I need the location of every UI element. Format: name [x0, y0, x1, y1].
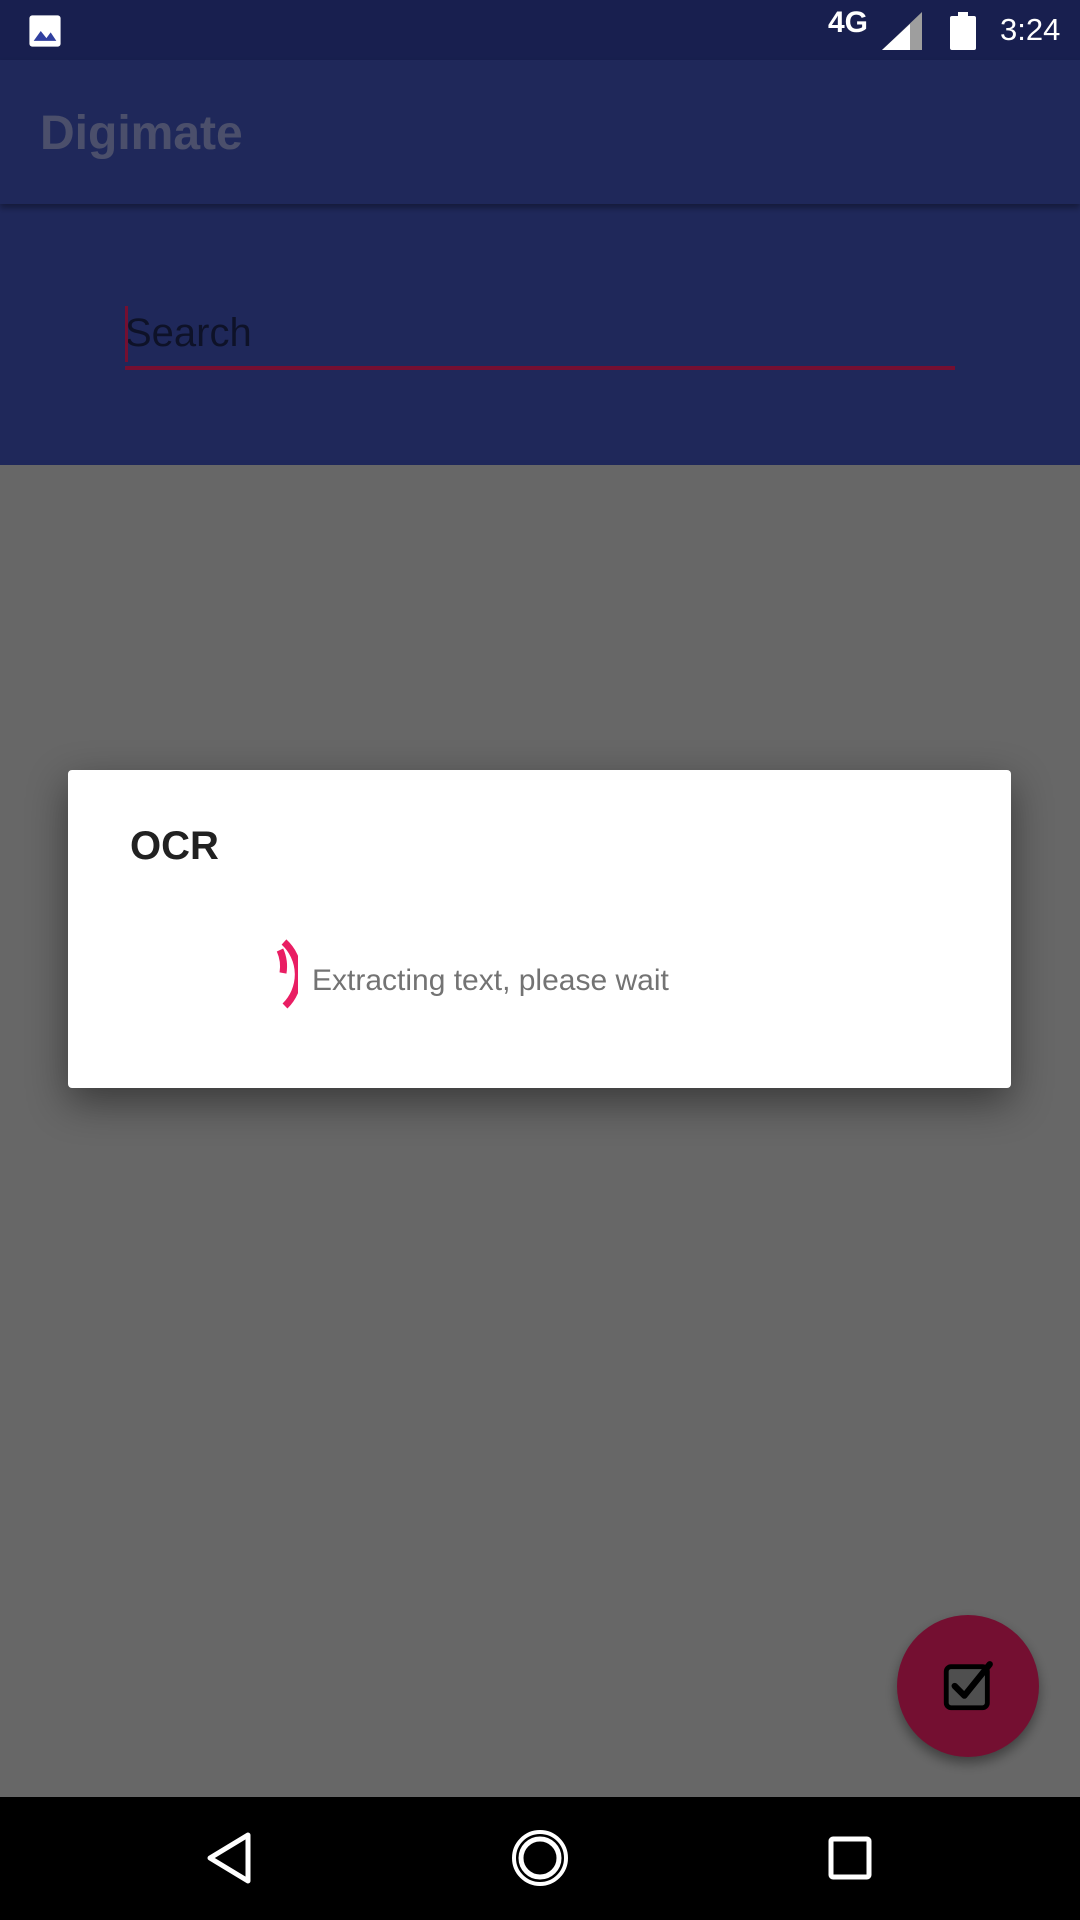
dialog-message: Extracting text, please wait — [312, 964, 669, 997]
recents-icon[interactable] — [819, 1827, 881, 1889]
clock: 3:24 — [1000, 12, 1061, 47]
network-type-label: 4G — [828, 6, 869, 39]
navigation-bar — [0, 1797, 1080, 1920]
gallery-icon — [29, 15, 61, 47]
status-bar-icons: 4G 3:24 — [0, 0, 1080, 60]
dialog-title: OCR — [130, 824, 219, 868]
home-icon[interactable] — [509, 1827, 571, 1889]
loading-spinner-icon — [276, 939, 298, 1009]
battery-icon — [950, 12, 976, 50]
back-icon[interactable] — [200, 1827, 262, 1889]
ocr-progress-dialog: OCR Extracting text, please wait — [68, 770, 1011, 1088]
signal-icon — [882, 12, 922, 50]
